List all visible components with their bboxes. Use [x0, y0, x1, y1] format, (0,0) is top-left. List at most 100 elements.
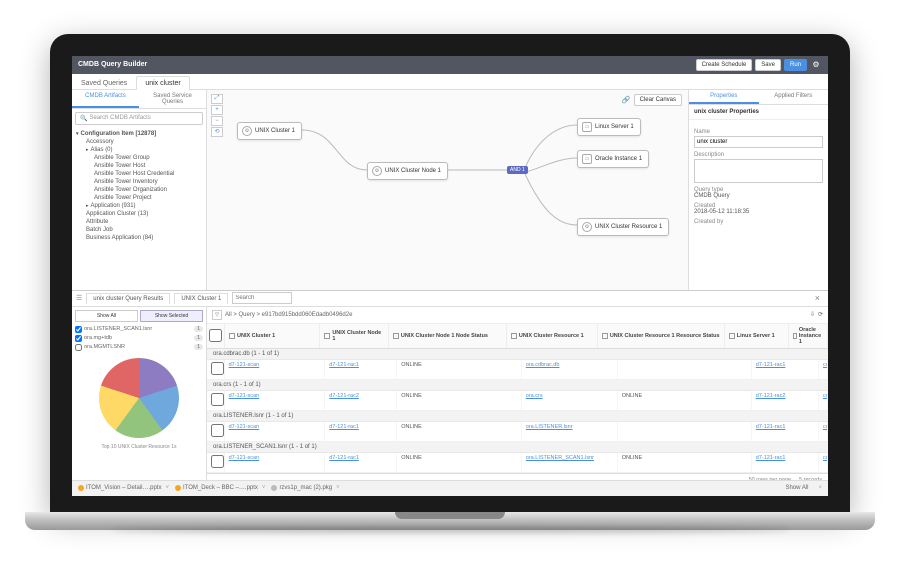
cell-link[interactable]: cdbrac1@d7-121-rac1 — [823, 362, 828, 368]
zoom-reset-icon[interactable]: ⟲ — [211, 127, 223, 137]
filter-check-item[interactable]: ora.mg+tdb1 — [75, 334, 203, 343]
row-checkbox[interactable] — [211, 362, 224, 375]
tree-item[interactable]: Business Application (84) — [76, 234, 202, 242]
tab-saved-service-queries[interactable]: Saved Service Queries — [139, 90, 206, 108]
group-row[interactable]: ora.cdbrac.db (1 - 1 of 1) — [207, 349, 828, 360]
filter-check-item[interactable]: ora.MGMTLSNR1 — [75, 343, 203, 352]
download-item[interactable]: ITOM_Vision – Detail….pptx˅ — [78, 485, 169, 491]
cell-link[interactable]: ora.LISTENER_SCAN1.lsnr — [526, 455, 594, 461]
menu-icon[interactable]: ☰ — [76, 294, 82, 302]
tree-item[interactable]: Ansible Tower Inventory — [76, 178, 202, 186]
select-all-checkbox[interactable] — [207, 324, 225, 348]
tree-item[interactable]: Ansible Tower Group — [76, 154, 202, 162]
col-header[interactable]: UNIX Cluster Node 1 — [320, 324, 388, 348]
desc-field[interactable] — [694, 159, 823, 183]
close-icon[interactable]: ˅ — [165, 485, 169, 491]
tree-item[interactable]: Ansible Tower Project — [76, 194, 202, 202]
tab-applied-filters[interactable]: Applied Filters — [759, 90, 829, 104]
tree-item[interactable]: Ansible Tower Host Credential — [76, 170, 202, 178]
clear-canvas-button[interactable]: Clear Canvas — [634, 94, 682, 106]
run-button[interactable]: Run — [784, 59, 807, 71]
cell-link[interactable]: ora.LISTENER.lsnr — [526, 424, 573, 430]
show-all-toggle[interactable]: Show All — [75, 310, 138, 322]
save-button[interactable]: Save — [755, 59, 781, 71]
results-tab-node[interactable]: UNIX Cluster 1 — [174, 293, 228, 304]
results-tab-main[interactable]: unix cluster Query Results — [86, 293, 170, 304]
row-checkbox[interactable] — [211, 455, 224, 468]
cell-link[interactable]: d7-121-rac1 — [329, 424, 359, 430]
node-unix-cluster-resource[interactable]: ⚙ UNIX Cluster Resource 1 — [577, 218, 669, 236]
tab-properties[interactable]: Properties — [689, 90, 759, 104]
cell-link[interactable]: d7-121-rac2 — [329, 393, 359, 399]
cell-link[interactable]: d7-121-scan — [229, 455, 260, 461]
close-icon[interactable]: ˅ — [262, 485, 266, 491]
table-row[interactable]: d7-121-scand7-121-rac2ONLINEora.crsONLIN… — [207, 391, 828, 411]
download-item[interactable]: ITOM_Deck – BBC –….pptx˅ — [175, 485, 265, 491]
table-row[interactable]: d7-121-scand7-121-rac1ONLINEora.LISTENER… — [207, 453, 828, 473]
tree-root[interactable]: Configuration Item [12878] — [76, 130, 202, 138]
tree-item[interactable]: Accessory — [76, 138, 202, 146]
cell-link[interactable]: ora.crs — [526, 393, 543, 399]
settings-icon[interactable]: ⚙ — [810, 59, 822, 71]
cell-link[interactable]: d7-121-rac1 — [329, 362, 359, 368]
query-canvas[interactable]: ⤢ + − ⟲ 🔗 Clear Canvas ⚙ UNIX Cluster 1 … — [207, 90, 688, 290]
cell-link[interactable]: d7-121-rac1 — [756, 424, 786, 430]
node-oracle-instance[interactable]: ▭ Oracle Instance 1 — [577, 150, 649, 168]
checkbox[interactable] — [75, 326, 82, 333]
cell-link[interactable]: d7-121-rac1 — [756, 362, 786, 368]
group-row[interactable]: ora.crs (1 - 1 of 1) — [207, 380, 828, 391]
cell-link[interactable]: d7-121-scan — [229, 362, 260, 368]
col-header[interactable]: Linux Server 1 — [725, 324, 789, 348]
col-header[interactable]: UNIX Cluster Resource 1 Resource Status — [598, 324, 725, 348]
node-linux-server[interactable]: ▭ Linux Server 1 — [577, 118, 641, 136]
and-badge[interactable]: AND 1 — [507, 166, 528, 174]
refresh-icon[interactable]: ⟳ — [818, 311, 823, 318]
artifact-search[interactable]: 🔍 Search CMDB Artifacts — [75, 112, 203, 125]
table-row[interactable]: d7-121-scand7-121-rac1ONLINEora.LISTENER… — [207, 422, 828, 442]
row-checkbox[interactable] — [211, 424, 224, 437]
checkbox[interactable] — [75, 335, 82, 342]
cell-link[interactable]: d7-121-rac1 — [329, 455, 359, 461]
checkbox[interactable] — [75, 344, 82, 351]
tab-cmdb-artifacts[interactable]: CMDB Artifacts — [72, 90, 139, 108]
filter-icon[interactable]: ▽ — [212, 310, 222, 320]
tree-item[interactable]: Application Cluster (13) — [76, 210, 202, 218]
table-row[interactable]: d7-121-scand7-121-rac1ONLINEora.cdbrac.d… — [207, 360, 828, 380]
create-schedule-button[interactable]: Create Schedule — [696, 59, 753, 71]
results-search[interactable] — [232, 292, 292, 304]
cell-link[interactable]: cdbrac2@d7-121-rac2 — [823, 393, 828, 399]
tree-item[interactable]: Attribute — [76, 218, 202, 226]
node-unix-cluster[interactable]: ⚙ UNIX Cluster 1 — [237, 122, 302, 140]
download-item[interactable]: rzvs1p_mac (2).pkg˅ — [271, 485, 339, 491]
show-all-downloads[interactable]: Show All — [785, 485, 808, 491]
zoom-in-icon[interactable]: + — [211, 105, 223, 115]
close-icon[interactable]: × — [811, 293, 824, 303]
link-icon[interactable]: 🔗 — [622, 96, 631, 104]
cell-link[interactable]: d7-121-rac2 — [756, 393, 786, 399]
tree-item[interactable]: Alias (0) — [76, 146, 202, 154]
cell-link[interactable]: d7-121-scan — [229, 424, 260, 430]
col-header[interactable]: UNIX Cluster Resource 1 — [507, 324, 598, 348]
cell-link[interactable]: ora.cdbrac.db — [526, 362, 560, 368]
col-header[interactable]: Oracle Instance 1 — [789, 324, 828, 348]
close-icon[interactable]: × — [818, 485, 822, 491]
cell-link[interactable]: cdbrac1@d7-121-rac1 — [823, 424, 828, 430]
tree-item[interactable]: Ansible Tower Host — [76, 162, 202, 170]
zoom-out-icon[interactable]: − — [211, 116, 223, 126]
tree-item[interactable]: Batch Job — [76, 226, 202, 234]
show-selected-toggle[interactable]: Show Selected — [140, 310, 203, 322]
group-row[interactable]: ora.LISTENER.lsnr (1 - 1 of 1) — [207, 411, 828, 422]
col-header[interactable]: UNIX Cluster 1 — [225, 324, 320, 348]
export-icon[interactable]: ⇩ — [810, 311, 815, 318]
node-unix-cluster-node[interactable]: ⚙ UNIX Cluster Node 1 — [367, 162, 448, 180]
tree-item[interactable]: Application (931) — [76, 202, 202, 210]
tab-saved-queries[interactable]: Saved Queries — [72, 76, 136, 90]
group-row[interactable]: ora.LISTENER_SCAN1.lsnr (1 - 1 of 1) — [207, 442, 828, 453]
zoom-fit-icon[interactable]: ⤢ — [211, 94, 223, 104]
filter-check-item[interactable]: ora.LISTENER_SCAN1.lsnr1 — [75, 325, 203, 334]
name-field[interactable] — [694, 136, 823, 148]
row-checkbox[interactable] — [211, 393, 224, 406]
cell-link[interactable]: cdbrac2@d7-121-rac2 — [823, 455, 828, 461]
cell-link[interactable]: d7-121-scan — [229, 393, 260, 399]
tab-current-query[interactable]: unix cluster — [136, 76, 189, 90]
